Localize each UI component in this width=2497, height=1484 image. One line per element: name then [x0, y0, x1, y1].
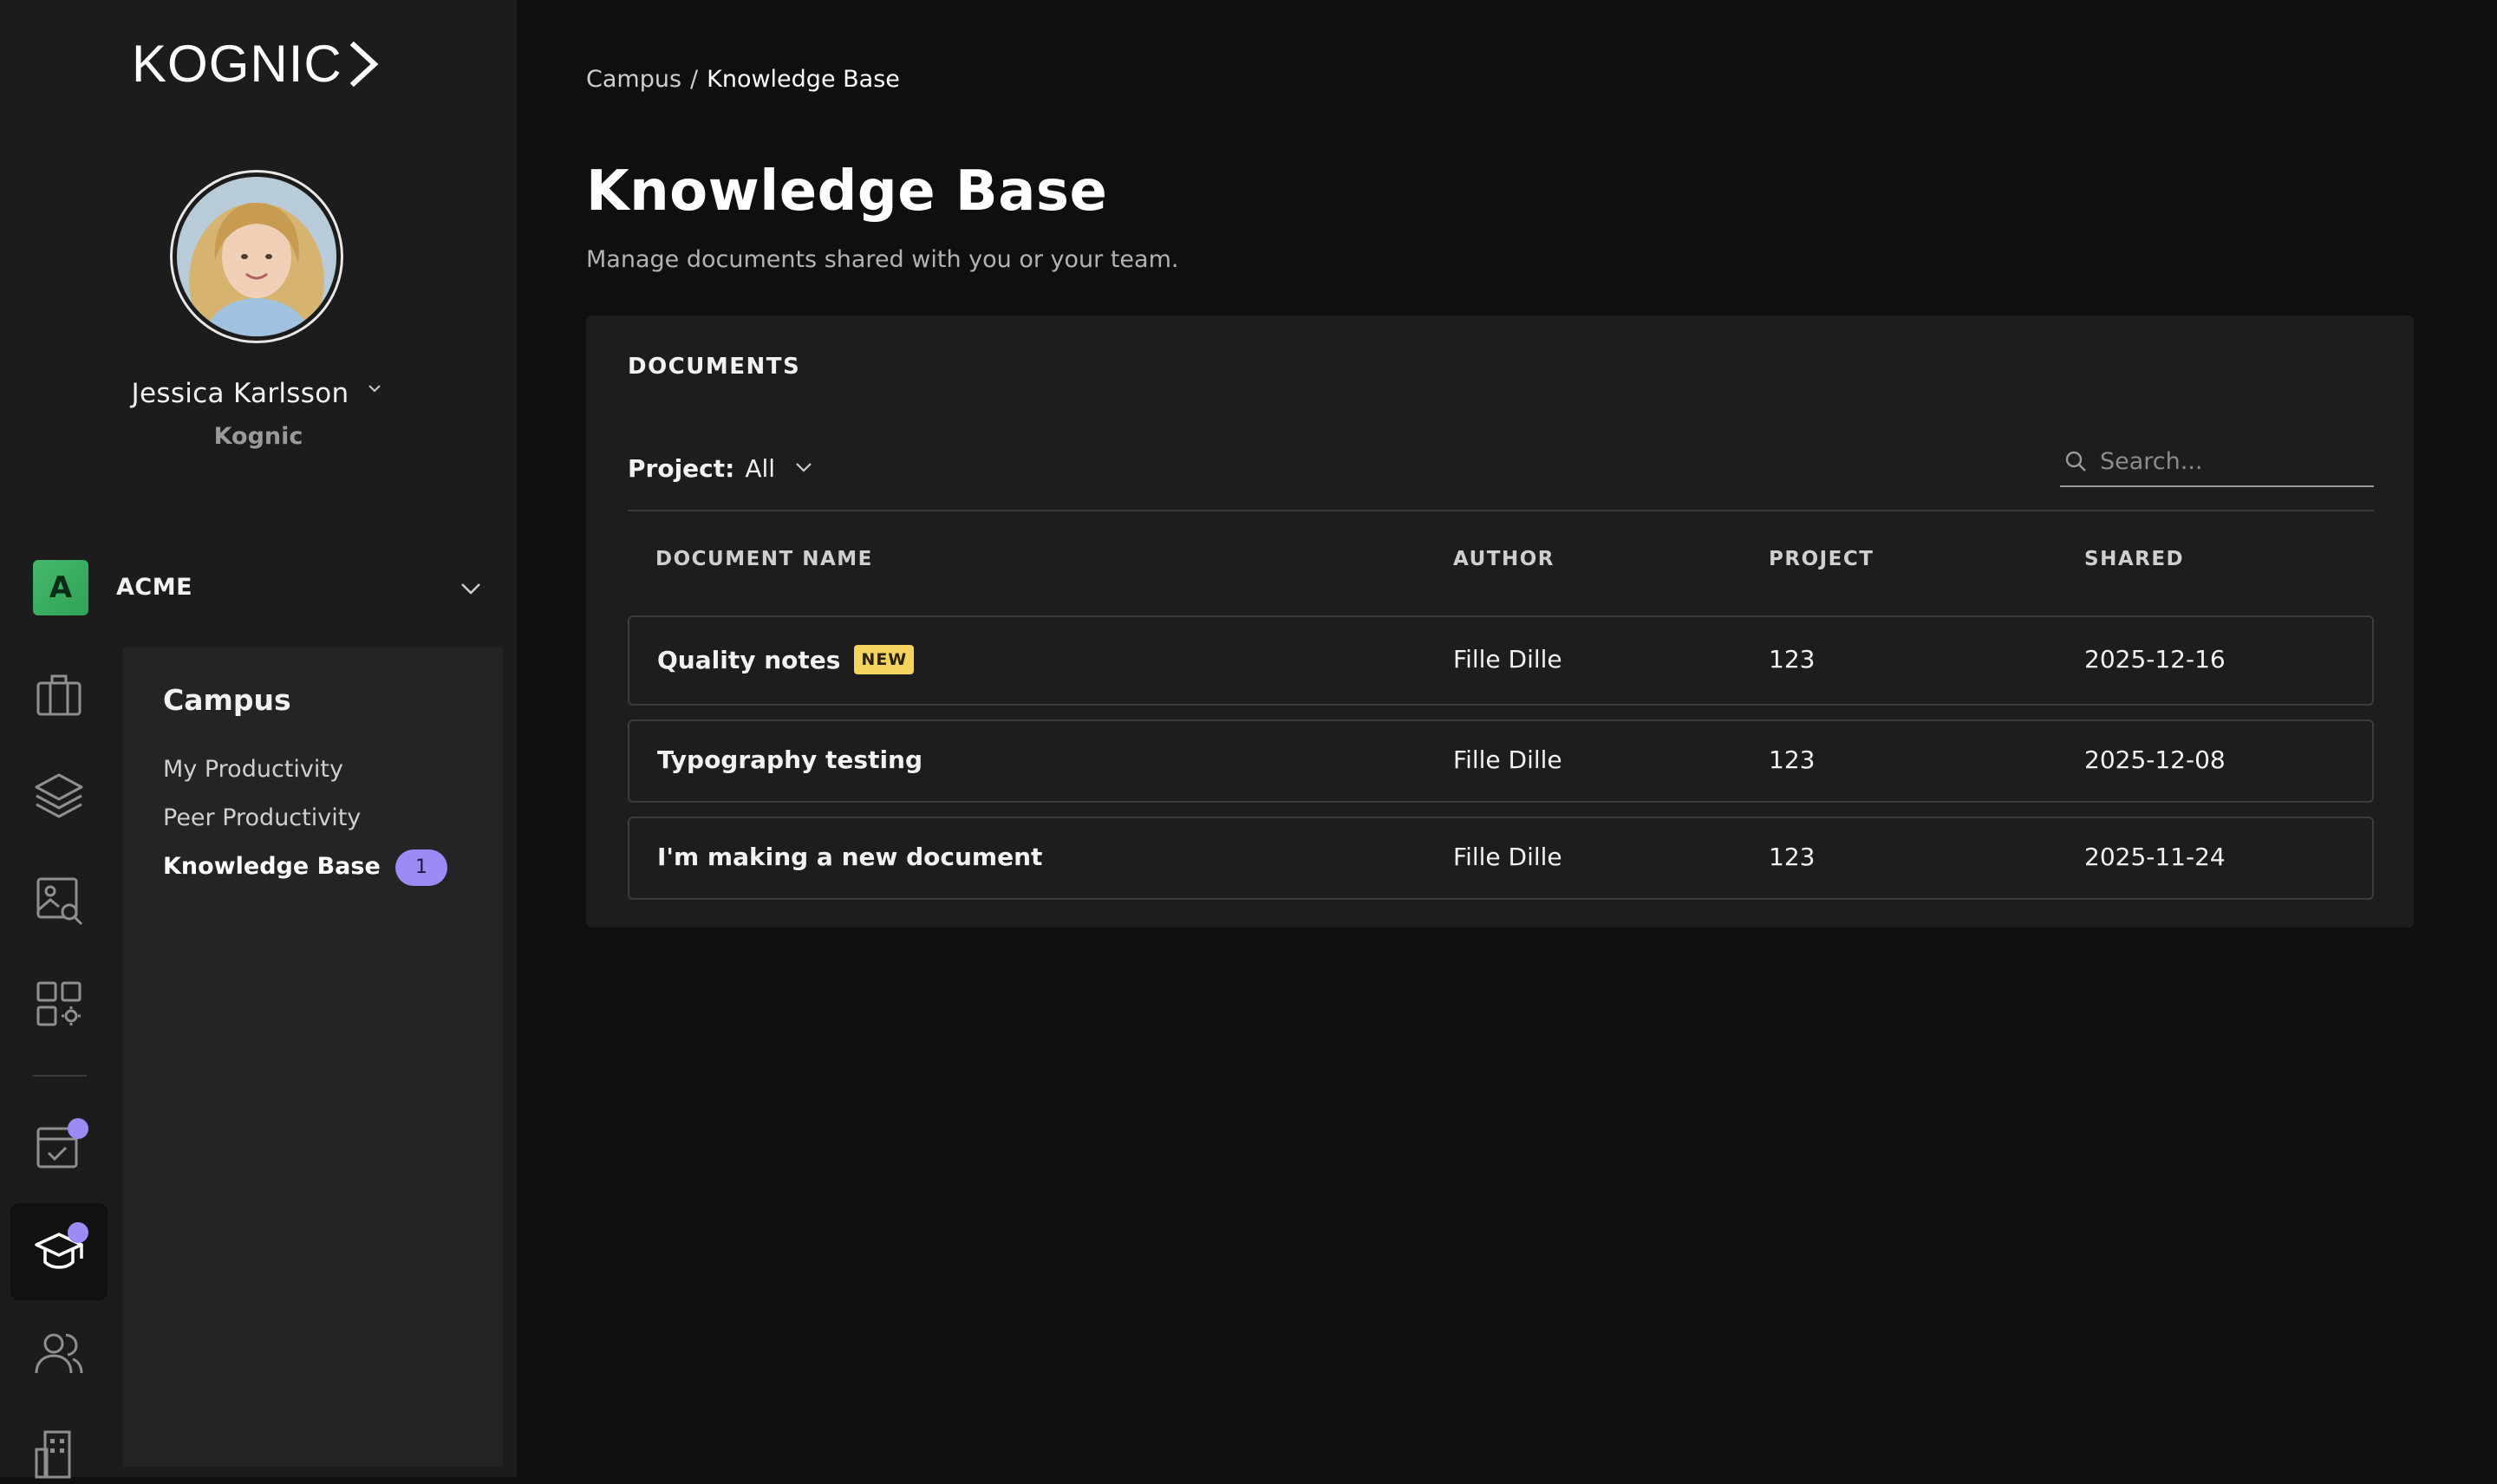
avatar[interactable]	[170, 170, 343, 343]
breadcrumb-current: Knowledge Base	[707, 66, 900, 93]
breadcrumb-separator: /	[690, 66, 699, 93]
user-name: Jessica Karlsson	[131, 378, 349, 409]
user-menu[interactable]: Jessica Karlsson	[0, 374, 517, 409]
search-icon	[2063, 449, 2088, 473]
documents-heading: DOCUMENTS	[628, 354, 801, 380]
apps-settings-icon[interactable]	[33, 978, 85, 1030]
avatar-photo	[177, 177, 336, 336]
column-header-project[interactable]: PROJECT	[1769, 548, 1874, 570]
workspace-switcher[interactable]: A ACME	[33, 560, 484, 615]
column-header-document-name[interactable]: DOCUMENT NAME	[655, 548, 873, 570]
image-search-icon[interactable]	[33, 874, 85, 926]
table-row[interactable]: I'm making a new document Fille Dille 12…	[628, 817, 2374, 900]
shared-date-cell: 2025-11-24	[2084, 843, 2226, 871]
documents-panel: DOCUMENTS Project: All DOCUMENT NAME AUTH…	[586, 316, 2414, 928]
new-badge: NEW	[854, 645, 915, 674]
subnav-item-my-productivity[interactable]: My Productivity	[163, 756, 343, 783]
project-cell: 123	[1769, 645, 1816, 674]
users-icon[interactable]	[33, 1328, 85, 1380]
search-input[interactable]	[2098, 442, 2367, 480]
project-filter[interactable]: Project: All	[628, 454, 815, 483]
building-settings-icon[interactable]	[33, 1429, 85, 1481]
workspace-avatar: A	[33, 560, 88, 615]
campus-subnav: Campus My Productivity Peer Productivity…	[123, 647, 503, 1467]
table-row[interactable]: Quality notes NEW Fille Dille 123 2025-12…	[628, 615, 2374, 706]
author-cell: Fille Dille	[1453, 645, 1562, 674]
chevron-down-icon	[458, 576, 484, 602]
document-name-cell: Quality notes NEW	[657, 645, 915, 674]
breadcrumb-parent[interactable]: Campus	[586, 66, 681, 93]
sidebar: KOGNIC Jessica Karlsson Kognic A ACME Ca…	[0, 0, 517, 1479]
document-name: Quality notes	[657, 646, 841, 674]
author-cell: Fille Dille	[1453, 745, 1562, 774]
subnav-item-knowledge-base[interactable]: Knowledge Base	[163, 853, 381, 880]
project-cell: 123	[1769, 745, 1816, 774]
notification-dot	[68, 1118, 88, 1139]
chevron-down-icon	[792, 456, 815, 478]
page-subtitle: Manage documents shared with you or your…	[586, 246, 1179, 273]
page-title: Knowledge Base	[586, 159, 1108, 224]
project-filter-label: Project:	[628, 454, 735, 483]
subnav-title: Campus	[163, 683, 291, 717]
subnav-item-peer-productivity[interactable]: Peer Productivity	[163, 804, 361, 831]
kognic-logo-mark: KOGNIC	[132, 35, 379, 93]
kognic-logo[interactable]: KOGNIC	[132, 35, 380, 93]
notification-dot	[68, 1222, 88, 1243]
column-header-shared[interactable]: SHARED	[2084, 548, 2184, 570]
project-filter-value: All	[745, 454, 776, 483]
rail-divider	[33, 1075, 87, 1077]
user-organization: Kognic	[213, 423, 303, 450]
svg-text:KOGNIC: KOGNIC	[132, 40, 342, 88]
shared-date-cell: 2025-12-16	[2084, 645, 2226, 674]
chevron-down-icon	[364, 374, 385, 395]
table-row[interactable]: Typography testing Fille Dille 123 2025-…	[628, 719, 2374, 803]
project-cell: 123	[1769, 843, 1816, 871]
document-name: Typography testing	[657, 745, 923, 774]
count-badge: 1	[395, 849, 447, 886]
author-cell: Fille Dille	[1453, 843, 1562, 871]
divider	[628, 510, 2374, 511]
document-name: I'm making a new document	[657, 843, 1043, 871]
layers-icon[interactable]	[33, 770, 85, 822]
search-box[interactable]	[2060, 442, 2374, 487]
workspace-name: ACME	[116, 574, 193, 601]
breadcrumb: Campus / Knowledge Base	[586, 66, 900, 93]
column-header-author[interactable]: AUTHOR	[1453, 548, 1555, 570]
shared-date-cell: 2025-12-08	[2084, 745, 2226, 774]
briefcase-icon[interactable]	[33, 669, 85, 721]
